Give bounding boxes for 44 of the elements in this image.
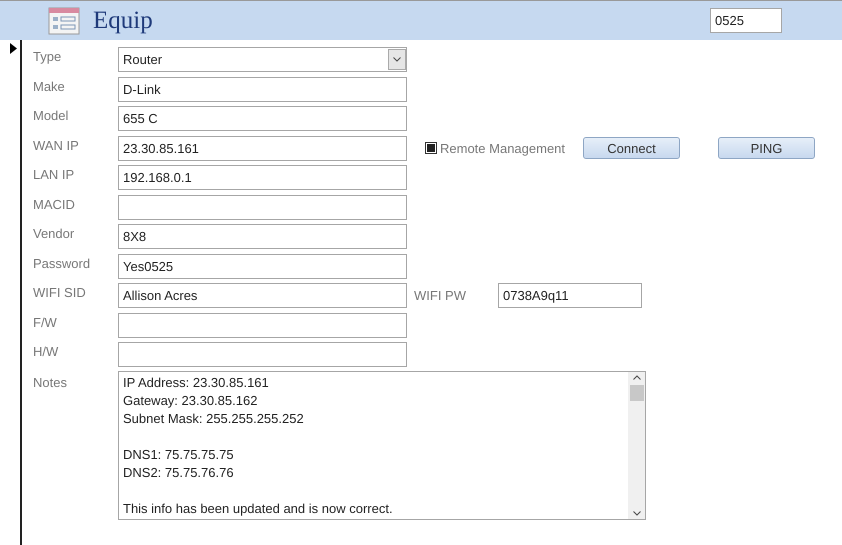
field-label: WIFI PW — [414, 287, 467, 305]
field-label: F/W — [33, 314, 58, 332]
field-label: LAN IP — [33, 166, 76, 184]
scroll-down-icon[interactable] — [632, 510, 640, 516]
notes-line: Gateway: 23.30.85.162 — [123, 392, 258, 410]
notes-line: Subnet Mask: 255.255.255.252 — [123, 410, 305, 428]
field-label: Notes — [33, 374, 68, 392]
record-selector-icon — [10, 43, 17, 54]
field-label: WIFI SID — [33, 284, 87, 302]
action-button[interactable]: Connect — [583, 137, 680, 160]
text-field[interactable]: 655 C — [118, 106, 407, 132]
field-label: Make — [33, 78, 66, 96]
field-label: Vendor — [33, 225, 76, 243]
form-icon — [48, 6, 80, 34]
record-id-field[interactable]: 0525 — [710, 8, 782, 33]
action-button[interactable]: PING — [718, 137, 816, 160]
text-field[interactable]: Yes0525 — [118, 254, 407, 279]
notes-line: DNS1: 75.75.75.75 — [123, 446, 235, 464]
remote-management-checkbox[interactable] — [425, 142, 437, 154]
text-field[interactable]: 0738A9q11 — [498, 283, 642, 308]
text-field[interactable]: D-Link — [118, 76, 407, 102]
scroll-up-icon[interactable] — [632, 374, 640, 380]
field-label: WAN IP — [33, 136, 80, 154]
text-field[interactable]: 23.30.85.161 — [118, 136, 407, 161]
text-field[interactable] — [118, 312, 407, 338]
form-title: Equip — [93, 6, 153, 36]
type-dropdown[interactable]: Router — [118, 47, 407, 72]
checkbox-label: Remote Management — [440, 140, 566, 158]
text-field[interactable] — [118, 342, 407, 368]
field-label: H/W — [33, 343, 60, 361]
notes-field[interactable]: IP Address: 23.30.85.161 Gateway: 23.30.85.162 Subnet Mask: 255.255.255.252 DNS1: 75.75.75.75 DNS2: 75.75.76.76 This info has been updated and is now correct. — [118, 370, 646, 520]
notes-line: IP Address: 23.30.85.161 — [123, 374, 270, 392]
field-label: MACID — [33, 196, 76, 214]
field-label: Type — [33, 48, 62, 66]
field-label: Model — [33, 107, 70, 125]
text-field[interactable] — [118, 194, 407, 220]
text-field[interactable]: 8X8 — [118, 224, 407, 250]
scrollbar-thumb[interactable] — [630, 384, 644, 400]
text-field[interactable]: 192.168.0.1 — [118, 165, 407, 190]
scrollbar[interactable] — [628, 372, 645, 518]
notes-line: DNS2: 75.75.76.76 — [123, 464, 235, 482]
notes-line: This info has been updated and is now correct. — [123, 500, 394, 518]
text-field[interactable]: Allison Acres — [118, 283, 407, 308]
field-label: Password — [33, 254, 92, 272]
